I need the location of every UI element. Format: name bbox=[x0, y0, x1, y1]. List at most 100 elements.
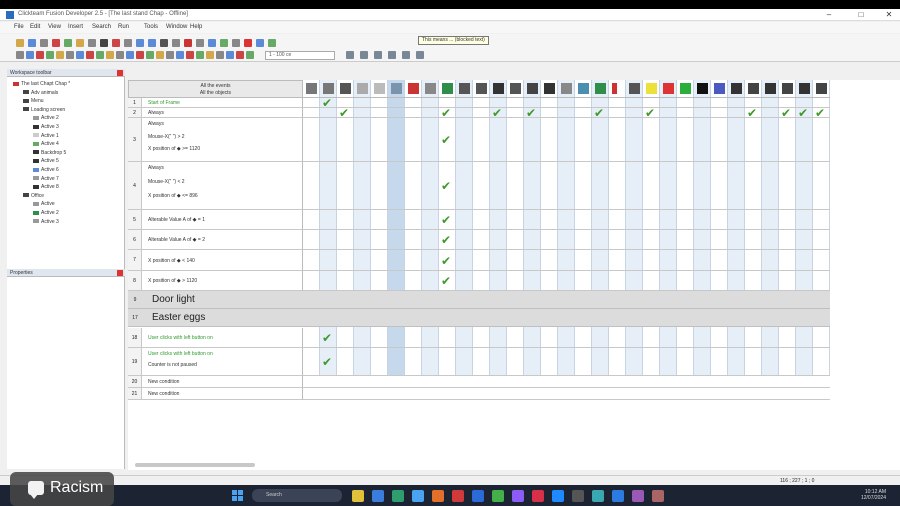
event-row[interactable]: 3 Always Mouse-X(“ ”) > 2 X position of ◆ >… bbox=[128, 118, 303, 162]
menu-item-view[interactable]: View bbox=[48, 24, 61, 30]
toolbar-tool-icon[interactable] bbox=[26, 51, 34, 59]
event-row[interactable]: 5 Alterable Value A of ◆ = 1 bbox=[128, 210, 303, 230]
toolbar-tool-icon[interactable] bbox=[136, 39, 144, 47]
taskbar-app-icon[interactable] bbox=[652, 490, 664, 502]
toolbar-tool-icon[interactable] bbox=[232, 39, 240, 47]
taskbar-app-icon[interactable] bbox=[392, 490, 404, 502]
toolbar-tool-icon[interactable] bbox=[88, 39, 96, 47]
tree-item[interactable]: Active bbox=[33, 201, 55, 208]
taskbar-app-icon[interactable] bbox=[492, 490, 504, 502]
toolbar-tool-icon[interactable] bbox=[56, 51, 64, 59]
event-group[interactable]: 17 Easter eggs bbox=[128, 309, 830, 327]
toolbar-tool-icon[interactable] bbox=[28, 39, 36, 47]
checkmark-icon[interactable]: ✔ bbox=[441, 180, 451, 192]
toolbar-tool-icon[interactable] bbox=[220, 39, 228, 47]
taskbar-app-icon[interactable] bbox=[432, 490, 444, 502]
checkmark-icon[interactable]: ✔ bbox=[441, 214, 451, 226]
toolbar-tool-icon[interactable] bbox=[246, 51, 254, 59]
toolbar-tool-icon[interactable] bbox=[100, 39, 108, 47]
event-row[interactable]: 20 New condition bbox=[128, 376, 303, 388]
taskbar-app-icon[interactable] bbox=[412, 490, 424, 502]
event-group[interactable]: 9 Door light bbox=[128, 291, 830, 309]
checkmark-icon[interactable]: ✔ bbox=[645, 107, 655, 119]
toolbar-tool-icon[interactable] bbox=[36, 51, 44, 59]
menu-item-insert[interactable]: Insert bbox=[68, 24, 83, 30]
toolbar-tool-icon[interactable] bbox=[148, 39, 156, 47]
toolbar-tool-icon[interactable] bbox=[206, 51, 214, 59]
zoom-field[interactable]: 1 - 100 ce bbox=[265, 51, 335, 60]
tree-item[interactable]: Menu bbox=[23, 98, 44, 105]
checkmark-icon[interactable]: ✔ bbox=[441, 107, 451, 119]
taskbar-app-icon[interactable] bbox=[532, 490, 544, 502]
menu-item-edit[interactable]: Edit bbox=[30, 24, 40, 30]
checkmark-icon[interactable]: ✔ bbox=[781, 107, 791, 119]
toolbar-tool-icon[interactable] bbox=[96, 51, 104, 59]
tree-item[interactable]: Backdrop 5 bbox=[33, 150, 66, 157]
toolbar-tool-icon[interactable] bbox=[46, 51, 54, 59]
toolbar-tool-icon[interactable] bbox=[76, 51, 84, 59]
event-condition[interactable]: X position of ◆ >= 1120 bbox=[148, 146, 200, 152]
event-condition[interactable]: Always bbox=[148, 110, 164, 116]
toolbar-tool-icon[interactable] bbox=[244, 39, 252, 47]
taskbar-clock[interactable]: 10:12 AM 12/07/2024 bbox=[861, 489, 886, 501]
taskbar-app-icon[interactable] bbox=[512, 490, 524, 502]
tree-item[interactable]: Active 7 bbox=[33, 176, 59, 183]
taskbar-app-icon[interactable] bbox=[572, 490, 584, 502]
toolbar-nav-icon[interactable] bbox=[388, 51, 396, 59]
windows-start-icon[interactable] bbox=[232, 490, 243, 501]
toolbar-tool-icon[interactable] bbox=[184, 39, 192, 47]
taskbar-app-icon[interactable] bbox=[352, 490, 364, 502]
toolbar-tool-icon[interactable] bbox=[86, 51, 94, 59]
tree-item[interactable]: Active 2 bbox=[33, 210, 59, 217]
event-row[interactable]: 21 New condition bbox=[128, 388, 303, 400]
checkmark-icon[interactable]: ✔ bbox=[815, 107, 825, 119]
event-row[interactable]: 18 User clicks with left button on bbox=[128, 328, 303, 348]
event-condition[interactable]: Alterable Value A of ◆ = 2 bbox=[148, 237, 205, 243]
toolbar-tool-icon[interactable] bbox=[208, 39, 216, 47]
event-condition[interactable]: Mouse-X(“ ”) > 2 bbox=[148, 134, 185, 140]
taskbar-app-icon[interactable] bbox=[472, 490, 484, 502]
menu-item-window[interactable]: Window bbox=[166, 24, 187, 30]
tree-item[interactable]: Active 4 bbox=[33, 141, 59, 148]
event-condition[interactable]: X position of ◆ > 1120 bbox=[148, 278, 197, 284]
event-row[interactable]: 4 Always Mouse-X(“ ”) < 2 X position of ◆ <… bbox=[128, 162, 303, 210]
event-row[interactable]: 7 X position of ◆ < 140 bbox=[128, 250, 303, 271]
workspace-close-icon[interactable] bbox=[117, 70, 123, 76]
tree-item[interactable]: Active 3 bbox=[33, 124, 59, 131]
checkmark-icon[interactable]: ✔ bbox=[747, 107, 757, 119]
toolbar-tool-icon[interactable] bbox=[236, 51, 244, 59]
menu-item-help[interactable]: Help bbox=[190, 24, 202, 30]
toolbar-tool-icon[interactable] bbox=[106, 51, 114, 59]
toolbar-tool-icon[interactable] bbox=[124, 39, 132, 47]
event-condition[interactable]: Always bbox=[148, 165, 164, 171]
toolbar-tool-icon[interactable] bbox=[156, 51, 164, 59]
toolbar-tool-icon[interactable] bbox=[40, 39, 48, 47]
toolbar-nav-icon[interactable] bbox=[416, 51, 424, 59]
event-row[interactable]: 19 User clicks with left button on Counter… bbox=[128, 348, 303, 376]
event-condition[interactable]: New condition bbox=[148, 391, 179, 397]
menu-item-search[interactable]: Search bbox=[92, 24, 111, 30]
tree-item[interactable]: Active 6 bbox=[33, 167, 59, 174]
checkmark-icon[interactable]: ✔ bbox=[322, 332, 332, 344]
toolbar-nav-icon[interactable] bbox=[346, 51, 354, 59]
taskbar-app-icon[interactable] bbox=[452, 490, 464, 502]
toolbar-tool-icon[interactable] bbox=[112, 39, 120, 47]
properties-close-icon[interactable] bbox=[117, 270, 123, 276]
tree-item[interactable]: Active 1 bbox=[33, 133, 59, 140]
checkmark-icon[interactable]: ✔ bbox=[441, 275, 451, 287]
close-button[interactable]: ✕ bbox=[878, 9, 900, 21]
checkmark-icon[interactable]: ✔ bbox=[594, 107, 604, 119]
taskbar-app-icon[interactable] bbox=[632, 490, 644, 502]
toolbar-tool-icon[interactable] bbox=[256, 39, 264, 47]
toolbar-tool-icon[interactable] bbox=[76, 39, 84, 47]
taskbar-app-icon[interactable] bbox=[372, 490, 384, 502]
tree-item[interactable]: Active 2 bbox=[33, 115, 59, 122]
toolbar-tool-icon[interactable] bbox=[16, 51, 24, 59]
menu-item-run[interactable]: Run bbox=[118, 24, 129, 30]
event-condition[interactable]: Alterable Value A of ◆ = 1 bbox=[148, 217, 205, 223]
event-row[interactable]: 1 Start of Frame bbox=[128, 98, 303, 108]
checkmark-icon[interactable]: ✔ bbox=[526, 107, 536, 119]
checkmark-icon[interactable]: ✔ bbox=[441, 234, 451, 246]
event-condition[interactable]: Mouse-X(“ ”) < 2 bbox=[148, 179, 185, 185]
checkmark-icon[interactable]: ✔ bbox=[339, 107, 349, 119]
